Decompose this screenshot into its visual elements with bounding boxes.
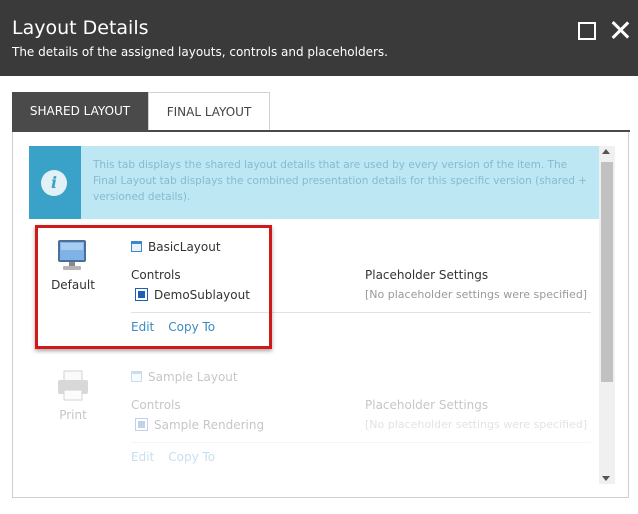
layout-window-icon: [131, 241, 142, 252]
edit-link[interactable]: Edit: [131, 320, 154, 334]
controls-label: Controls: [131, 398, 181, 412]
device-print: Print Sample Layout Controls Sample Rend…: [35, 368, 591, 484]
device-name: Default: [51, 278, 95, 292]
tab-panel: i This tab displays the shared layout de…: [12, 132, 629, 498]
info-message: i This tab displays the shared layout de…: [29, 146, 599, 219]
scroll-thumb[interactable]: [601, 162, 613, 382]
control-item[interactable]: DemoSublayout: [135, 288, 250, 302]
layout-name: BasicLayout: [148, 240, 221, 254]
placeholder-settings-value: [No placeholder settings were specified]: [365, 418, 588, 431]
device-name: Print: [59, 408, 87, 422]
tab-shared-layout[interactable]: SHARED LAYOUT: [12, 92, 148, 131]
placeholder-settings-label: Placeholder Settings: [365, 268, 489, 282]
control-name: DemoSublayout: [154, 288, 250, 302]
rendering-icon: [135, 418, 148, 431]
info-icon-bar: i: [29, 146, 81, 219]
divider: [131, 442, 591, 443]
placeholder-settings-value: [No placeholder settings were specified]: [365, 288, 588, 301]
layout-name: Sample Layout: [148, 370, 238, 384]
sublayout-icon: [135, 288, 148, 301]
printer-icon: [58, 370, 88, 401]
layout-content: i This tab displays the shared layout de…: [27, 144, 601, 484]
edit-link[interactable]: Edit: [131, 450, 154, 464]
placeholder-settings-label: Placeholder Settings: [365, 398, 489, 412]
layout-link[interactable]: Sample Layout: [131, 370, 238, 388]
maximize-icon: [578, 22, 596, 40]
layout-window-icon: [131, 371, 142, 382]
dialog-title: Layout Details: [12, 17, 149, 39]
device-actions: Edit Copy To: [131, 450, 229, 464]
control-name: Sample Rendering: [154, 418, 265, 432]
tab-final-layout[interactable]: FINAL LAYOUT: [148, 92, 270, 131]
device-actions: Edit Copy To: [131, 320, 229, 334]
monitor-icon: [58, 240, 86, 270]
copy-to-link[interactable]: Copy To: [168, 450, 215, 464]
close-button[interactable]: [608, 18, 632, 42]
dialog-subtitle: The details of the assigned layouts, con…: [12, 45, 388, 59]
device-default: Default BasicLayout Controls DemoSublayo…: [35, 238, 591, 356]
maximize-button[interactable]: [574, 18, 598, 42]
control-item[interactable]: Sample Rendering: [135, 418, 264, 432]
layout-link[interactable]: BasicLayout: [131, 240, 221, 258]
vertical-scrollbar[interactable]: [599, 146, 615, 484]
dialog-header: Layout Details The details of the assign…: [0, 0, 638, 76]
scroll-up-icon[interactable]: [602, 149, 610, 154]
copy-to-link[interactable]: Copy To: [168, 320, 215, 334]
info-icon: i: [41, 170, 67, 196]
controls-label: Controls: [131, 268, 181, 282]
divider: [131, 312, 591, 313]
scroll-down-icon[interactable]: [602, 476, 610, 481]
info-text: This tab displays the shared layout deta…: [93, 159, 588, 203]
